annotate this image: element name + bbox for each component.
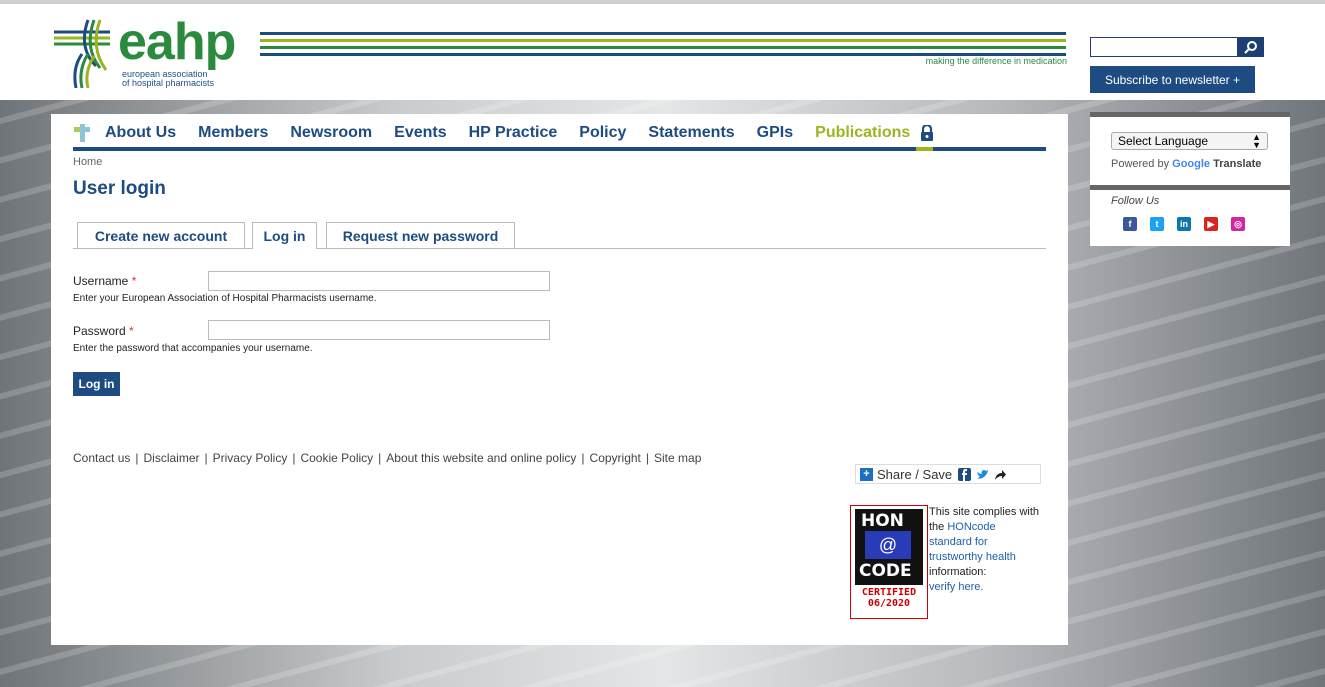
breadcrumb[interactable]: Home	[73, 156, 102, 168]
youtube-icon[interactable]: ▶	[1204, 217, 1218, 231]
search-button[interactable]	[1238, 37, 1264, 57]
home-icon[interactable]	[73, 124, 91, 142]
facebook-icon[interactable]	[958, 467, 972, 481]
main-content: About Us Members Newsroom Events HP Prac…	[51, 114, 1068, 645]
username-label-text: Username	[73, 274, 129, 288]
honcode-link-standard[interactable]: standard for	[929, 535, 1059, 550]
password-label-text: Password	[73, 324, 126, 338]
footer-link-disclaimer[interactable]: Disclaimer	[144, 451, 200, 465]
language-select-value: Select Language	[1118, 134, 1209, 148]
tab-log-in[interactable]: Log in	[252, 222, 317, 249]
translate-link[interactable]: Translate	[1213, 158, 1261, 170]
honcode-text-the: the	[929, 521, 945, 533]
footer-separator: |	[292, 451, 296, 465]
required-marker: *	[129, 324, 134, 338]
footer-link-about-website[interactable]: About this website and online policy	[386, 451, 576, 465]
footer-link-contact-us[interactable]: Contact us	[73, 451, 130, 465]
username-field[interactable]	[208, 271, 550, 291]
nav-item-statements[interactable]: Statements	[648, 124, 734, 142]
sidebar-divider	[1090, 112, 1290, 117]
honcode-statement: This site complies with the HONcode stan…	[929, 505, 1059, 595]
honcode-badge-top: HON	[861, 511, 904, 531]
twitter-icon[interactable]	[976, 468, 989, 481]
honcode-text-line2: the HONcode	[929, 520, 1059, 535]
powered-by-google: Powered by Google Translate	[1111, 158, 1261, 170]
footer-link-privacy-policy[interactable]: Privacy Policy	[213, 451, 288, 465]
share-save-widget[interactable]: + Share / Save	[855, 464, 1041, 484]
subscribe-newsletter-button[interactable]: Subscribe to newsletter +	[1090, 66, 1255, 93]
username-label: Username *	[73, 274, 136, 288]
facebook-icon[interactable]: f	[1123, 217, 1137, 231]
required-marker: *	[131, 274, 137, 288]
logo-stripes-icon	[54, 19, 110, 88]
select-arrows-icon: ▲ ▼	[1252, 132, 1261, 150]
linkedin-icon[interactable]: in	[1177, 217, 1191, 231]
footer-link-cookie-policy[interactable]: Cookie Policy	[300, 451, 373, 465]
honcode-verify-link[interactable]: verify here.	[929, 580, 1059, 595]
footer-separator: |	[645, 451, 650, 465]
footer-separator: |	[378, 451, 382, 465]
logo-subtitle: european association of hospital pharmac…	[122, 70, 214, 88]
nav-underline	[73, 147, 1046, 151]
nav-item-events[interactable]: Events	[394, 124, 446, 142]
google-logo[interactable]: Google	[1172, 158, 1210, 170]
language-select[interactable]: Select Language ▲ ▼	[1111, 132, 1268, 150]
login-submit-button[interactable]: Log in	[73, 372, 120, 396]
lock-icon[interactable]	[920, 125, 934, 141]
instagram-icon[interactable]: ◎	[1231, 217, 1245, 231]
nav-underline-accent	[916, 147, 933, 151]
password-description: Enter the password that accompanies your…	[73, 343, 313, 354]
search-icon	[1244, 41, 1257, 54]
footer-separator: |	[204, 451, 208, 465]
follow-us-heading: Follow Us	[1111, 195, 1160, 207]
sidebar-divider	[1090, 185, 1290, 190]
add-icon: +	[860, 467, 873, 481]
nav-item-publications[interactable]: Publications	[815, 124, 910, 142]
footer-link-site-map[interactable]: Site map	[654, 451, 701, 465]
search-input[interactable]	[1090, 37, 1238, 57]
eahp-logo[interactable]: eahp european association of hospital ph…	[52, 13, 1067, 98]
honcode-text-information: information:	[929, 566, 987, 578]
logo-subtitle-line2: of hospital pharmacists	[122, 78, 215, 88]
page-title: User login	[73, 178, 166, 199]
logo-wordmark: eahp	[118, 13, 236, 71]
nav-item-gpis[interactable]: GPIs	[757, 124, 793, 142]
nav-item-hp-practice[interactable]: HP Practice	[469, 124, 558, 142]
honcode-badge[interactable]: HON @ CODE CERTIFIED 06/2020	[850, 505, 928, 619]
right-sidebar: Select Language ▲ ▼ Powered by Google Tra…	[1090, 112, 1290, 246]
share-arrow-icon[interactable]	[994, 468, 1007, 481]
honcode-badge-bottom: CODE	[859, 561, 912, 581]
honcode-link-trustworthy[interactable]: trustworthy health	[929, 550, 1059, 565]
login-tabs: Create new account Log in Request new pa…	[73, 222, 1046, 249]
social-links: f t in ▶ ◎	[1123, 217, 1258, 231]
nav-item-members[interactable]: Members	[198, 124, 268, 142]
main-navigation: About Us Members Newsroom Events HP Prac…	[73, 122, 934, 144]
footer-separator: |	[581, 451, 585, 465]
tab-request-new-password[interactable]: Request new password	[326, 222, 515, 248]
footer-separator: |	[135, 451, 139, 465]
share-save-label: Share / Save	[877, 466, 953, 482]
honcode-certified-label: CERTIFIED	[861, 587, 917, 598]
honcode-text-line1: This site complies with	[929, 506, 1040, 518]
nav-item-newsroom[interactable]: Newsroom	[290, 124, 372, 142]
site-header: eahp european association of hospital ph…	[0, 4, 1325, 100]
nav-item-about-us[interactable]: About Us	[105, 124, 176, 142]
powered-by-text: Powered by	[1111, 158, 1170, 170]
footer-link-copyright[interactable]: Copyright	[590, 451, 641, 465]
honcode-certified: CERTIFIED 06/2020	[851, 587, 927, 609]
username-description: Enter your European Association of Hospi…	[73, 293, 377, 304]
password-label: Password *	[73, 324, 134, 338]
honcode-badge-inner: HON @ CODE	[855, 509, 923, 585]
honcode-link[interactable]: HONcode	[947, 521, 995, 533]
honcode-date: 06/2020	[867, 598, 911, 609]
password-field[interactable]	[208, 320, 550, 340]
footer-links: Contact us | Disclaimer | Privacy Policy…	[73, 451, 701, 465]
nav-item-policy[interactable]: Policy	[579, 124, 626, 142]
logo-tagline: making the difference in medication	[919, 56, 1067, 66]
twitter-icon[interactable]: t	[1150, 217, 1164, 231]
honcode-badge-mid: @	[865, 531, 911, 559]
tab-create-new-account[interactable]: Create new account	[77, 222, 245, 248]
